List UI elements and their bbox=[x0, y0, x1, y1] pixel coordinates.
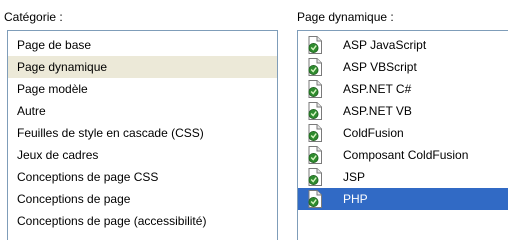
category-item-page-de-base[interactable]: Page de base bbox=[8, 34, 277, 56]
category-listbox[interactable]: Page de base Page dynamique Page modèle Aut… bbox=[7, 30, 278, 240]
page-type-item-php[interactable]: PHP bbox=[298, 188, 508, 210]
page-type-item-label: JSP bbox=[343, 170, 366, 184]
page-type-item-label: ASP VBScript bbox=[343, 60, 417, 74]
page-type-item-jsp[interactable]: JSP bbox=[298, 166, 508, 188]
page-type-item-asp-net-c[interactable]: ASP.NET C# bbox=[298, 78, 508, 100]
category-item-conceptions-de-page[interactable]: Conceptions de page bbox=[8, 188, 277, 210]
dynamic-document-icon bbox=[307, 36, 324, 54]
category-item-jeux-de-cadres[interactable]: Jeux de cadres bbox=[8, 144, 277, 166]
category-item-page-modele[interactable]: Page modèle bbox=[8, 78, 277, 100]
dynamic-document-icon bbox=[307, 124, 324, 142]
page-type-listbox[interactable]: ASP JavaScript ASP VBScript ASP.NET C# ASP.… bbox=[297, 30, 508, 240]
category-item-autre[interactable]: Autre bbox=[8, 100, 277, 122]
dynamic-document-icon bbox=[307, 80, 324, 98]
category-item-page-dynamique[interactable]: Page dynamique bbox=[8, 56, 277, 78]
category-item-label: Page dynamique bbox=[17, 60, 108, 74]
dynamic-document-icon bbox=[307, 102, 324, 120]
dynamic-document-icon bbox=[307, 146, 324, 164]
page-type-item-label: ASP JavaScript bbox=[343, 38, 427, 52]
dynamic-document-icon bbox=[307, 190, 324, 208]
dynamic-document-icon bbox=[307, 168, 324, 186]
page-type-item-composant-coldfusion[interactable]: Composant ColdFusion bbox=[298, 144, 508, 166]
page-type-item-coldfusion[interactable]: ColdFusion bbox=[298, 122, 508, 144]
page-type-item-label: PHP bbox=[343, 192, 368, 206]
category-item-label: Conceptions de page CSS bbox=[17, 170, 159, 184]
category-label: Catégorie : bbox=[4, 10, 63, 24]
category-item-label: Autre bbox=[17, 104, 46, 118]
page-type-item-label: ASP.NET C# bbox=[343, 82, 412, 96]
page-type-item-asp-net-vb[interactable]: ASP.NET VB bbox=[298, 100, 508, 122]
category-item-label: Jeux de cadres bbox=[17, 148, 99, 162]
category-item-label: Conceptions de page bbox=[17, 192, 131, 206]
category-item-label: Feuilles de style en cascade (CSS) bbox=[17, 126, 204, 140]
category-item-label: Page modèle bbox=[17, 82, 88, 96]
category-item-feuilles-de-style-en-cascade-css[interactable]: Feuilles de style en cascade (CSS) bbox=[8, 122, 277, 144]
page-type-item-label: Composant ColdFusion bbox=[343, 148, 469, 162]
category-item-label: Page de base bbox=[17, 38, 92, 52]
page-type-item-asp-javascript[interactable]: ASP JavaScript bbox=[298, 34, 508, 56]
page-type-item-asp-vbscript[interactable]: ASP VBScript bbox=[298, 56, 508, 78]
category-item-conceptions-de-page-accessibilite[interactable]: Conceptions de page (accessibilité) bbox=[8, 210, 277, 232]
page-type-item-label: ASP.NET VB bbox=[343, 104, 412, 118]
category-item-label: Conceptions de page (accessibilité) bbox=[17, 214, 207, 228]
category-item-conceptions-de-page-css[interactable]: Conceptions de page CSS bbox=[8, 166, 277, 188]
page-type-item-label: ColdFusion bbox=[343, 126, 404, 140]
page-type-label: Page dynamique : bbox=[297, 10, 394, 24]
dynamic-document-icon bbox=[307, 58, 324, 76]
